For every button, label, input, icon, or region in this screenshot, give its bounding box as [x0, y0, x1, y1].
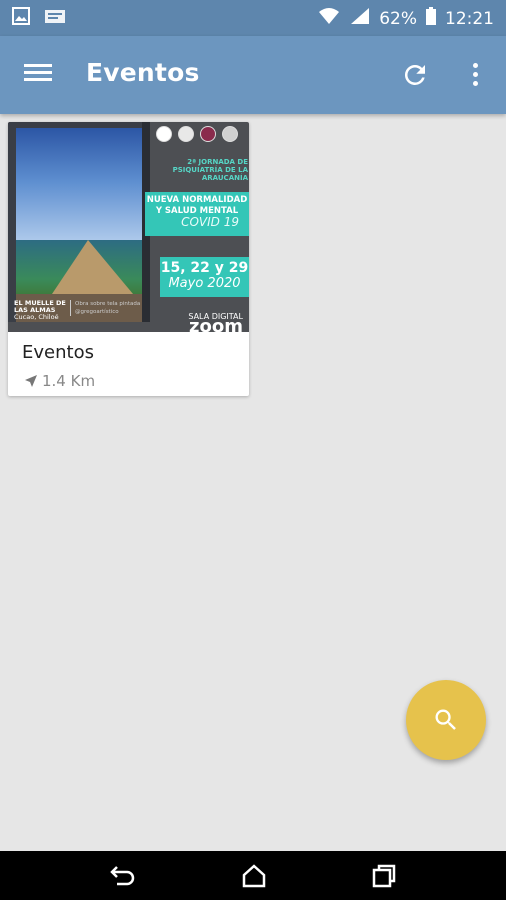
poster-sala-line2: zoom [189, 316, 243, 333]
home-button[interactable] [240, 863, 268, 889]
poster-band-line3: COVID 19 [181, 215, 239, 229]
clock: 12:21 [445, 8, 494, 29]
event-poster: 2ª JORNADA DE PSIQUIATRÍA DE LA ARAUCANÍ… [8, 122, 249, 332]
back-icon [110, 866, 135, 886]
event-distance-value: 1.4 Km [42, 372, 96, 390]
refresh-button[interactable] [400, 60, 430, 90]
status-bar: 62% 12:21 [0, 0, 506, 36]
more-options-button[interactable] [468, 60, 482, 90]
recents-icon [372, 864, 396, 888]
poster-artwork-line3: Cucao, Chiloé [14, 313, 59, 321]
poster-sala: SALA DIGITAL zoom [188, 312, 243, 332]
battery-icon [425, 6, 437, 31]
menu-button[interactable] [24, 60, 56, 90]
event-title: Eventos [22, 342, 94, 363]
event-card[interactable]: 2ª JORNADA DE PSIQUIATRÍA DE LA ARAUCANÍ… [8, 122, 249, 396]
home-icon [242, 864, 266, 888]
poster-credit-line1: Obra sobre tela pintada [75, 301, 141, 307]
poster-logos [156, 126, 238, 142]
page-title: Eventos [86, 58, 200, 87]
poster-credit-line2: @gregoartístico [75, 309, 119, 315]
more-vert-icon [468, 63, 482, 86]
refresh-icon [404, 64, 425, 85]
poster-dates: 15, 22 y 29 Mayo 2020 [160, 257, 249, 297]
poster-artwork-caption: EL MUELLE DE LAS ALMAS Cucao, Chiloé [14, 300, 66, 321]
recents-button[interactable] [370, 863, 398, 889]
notification-icon [44, 7, 66, 29]
poster-band-line1: NUEVA NORMALIDAD [146, 195, 248, 205]
poster-artwork [8, 122, 150, 322]
back-button[interactable] [109, 863, 137, 889]
image-icon [12, 7, 30, 29]
search-icon [435, 709, 456, 730]
wifi-icon [317, 6, 341, 31]
poster-dates-line1: 15, 22 y 29 [160, 260, 249, 276]
poster-band: NUEVA NORMALIDAD Y SALUD MENTAL COVID 19 [145, 192, 249, 236]
event-distance: 1.4 Km [24, 372, 95, 390]
poster-credit: Obra sobre tela pintada @gregoartístico [70, 300, 140, 316]
navigation-arrow-icon [25, 375, 37, 387]
search-fab[interactable] [406, 680, 486, 760]
battery-percent: 62% [379, 8, 417, 29]
menu-icon [24, 64, 56, 81]
poster-dates-line2: Mayo 2020 [168, 276, 241, 291]
system-nav-bar [0, 851, 506, 900]
poster-heading: 2ª JORNADA DE PSIQUIATRÍA DE LA ARAUCANÍ… [172, 158, 248, 182]
signal-icon [349, 6, 371, 31]
app-bar: Eventos [0, 36, 506, 114]
